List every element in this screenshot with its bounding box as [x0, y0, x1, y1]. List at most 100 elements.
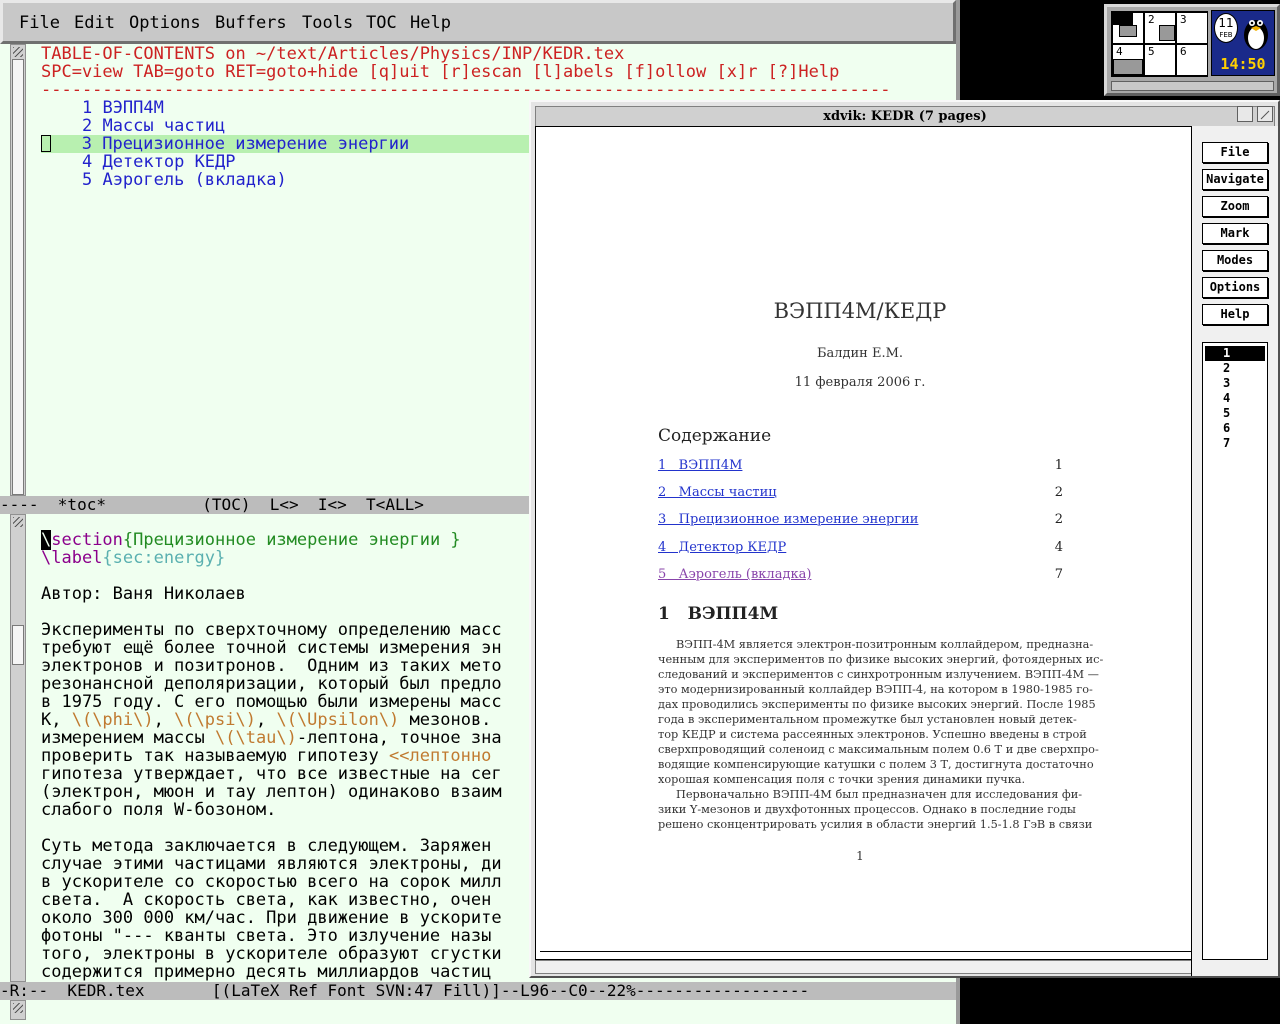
- source-modeline[interactable]: -R:-- KEDR.tex [(LaTeX Ref Font SVN:47 F…: [0, 982, 956, 1000]
- source-scrollbar[interactable]: [10, 514, 26, 982]
- source-line[interactable]: содержится примерно десять миллиардов ча…: [41, 963, 491, 981]
- page-list-item[interactable]: 1: [1205, 346, 1265, 361]
- source-line-author[interactable]: Автор: Ваня Николаев: [41, 585, 246, 603]
- page-list-item[interactable]: 4: [1205, 391, 1265, 406]
- file-button[interactable]: File: [1202, 142, 1268, 163]
- page-list-item[interactable]: 2: [1205, 361, 1265, 376]
- pager-status-bar: [1111, 81, 1274, 91]
- source-scroll-arrow-icon: [13, 517, 23, 527]
- doc-toc-row[interactable]: 1 ВЭПП4М 1: [658, 458, 1063, 473]
- desktop-6[interactable]: 6: [1176, 44, 1208, 76]
- desktop-3[interactable]: 3: [1176, 12, 1208, 44]
- source-line[interactable]: Суть метода заключается в следующем. Зар…: [41, 837, 491, 855]
- modes-button[interactable]: Modes: [1202, 250, 1268, 271]
- math-span: \(\phi\): [71, 710, 154, 730]
- clock-time: 14:50: [1220, 55, 1266, 73]
- source-line[interactable]: K, \(\phi\), \(\psi\), \(\Upsilon\) мезо…: [41, 711, 502, 729]
- toc-entry[interactable]: 1 ВЭПП4М: [41, 99, 164, 117]
- doc-toc-page: 4: [1054, 540, 1063, 555]
- toc-entry-title: Прецизионное измерение энергии: [102, 134, 410, 154]
- toc-entry-num: 1: [81, 98, 93, 118]
- maximize-button[interactable]: [1257, 106, 1273, 122]
- desktop-label: 4: [1116, 45, 1123, 58]
- doc-toc-row[interactable]: 4 Детектор КЕДР 4: [658, 540, 1063, 555]
- toc-entry[interactable]: 2 Массы частиц: [41, 117, 225, 135]
- mark-button[interactable]: Mark: [1202, 223, 1268, 244]
- minimize-button[interactable]: [1237, 106, 1253, 122]
- source-line-label[interactable]: \label{sec:energy}: [41, 549, 225, 567]
- minibuffer-scrollbar[interactable]: [10, 1000, 26, 1020]
- toc-entry[interactable]: 5 Аэрогель (вкладка): [41, 171, 287, 189]
- dvi-page: ВЭПП4М/КЕДР Балдин Е.М. 11 февраля 2006 …: [540, 127, 1196, 952]
- toc-entry[interactable]: 4 Детектор КЕДР: [41, 153, 236, 171]
- horizontal-scrollbar[interactable]: [535, 960, 1192, 974]
- desktop-4[interactable]: 4: [1112, 44, 1144, 76]
- window-thumb: [1113, 59, 1143, 75]
- source-line-section[interactable]: \section{Прецизионное измерение энергии …: [41, 530, 461, 550]
- source-line[interactable]: Эксперименты по сверхточному определению…: [41, 621, 502, 639]
- doc-line: сверхпроводящий соленоид с максимальным …: [658, 743, 1099, 756]
- source-line[interactable]: (электрон, мюон и тау лептон) одинаково …: [41, 783, 502, 801]
- doc-toc-link[interactable]: 5 Аэрогель (вкладка): [658, 567, 811, 582]
- toc-entry-current[interactable]: 3 Прецизионное измерение энергии: [41, 135, 409, 153]
- menu-bar: File Edit Options Buffers Tools TOC Help: [0, 0, 956, 44]
- minibuffer[interactable]: [0, 1000, 956, 1024]
- doc-toc-link[interactable]: 2 Массы частиц: [658, 485, 777, 500]
- doc-toc-link[interactable]: 1 ВЭПП4М: [658, 458, 742, 473]
- page-list-item[interactable]: 6: [1205, 421, 1265, 436]
- options-button[interactable]: Options: [1202, 277, 1268, 298]
- toc-scroll-thumb[interactable]: [12, 59, 24, 495]
- source-line[interactable]: в ускорителе со скоростью всего на сорок…: [41, 873, 502, 891]
- navigate-button[interactable]: Navigate: [1202, 169, 1268, 190]
- doc-toc-row[interactable]: 5 Аэрогель (вкладка) 7: [658, 567, 1063, 582]
- zoom-button[interactable]: Zoom: [1202, 196, 1268, 217]
- label-command: \label: [41, 548, 103, 568]
- page-list-item[interactable]: 3: [1205, 376, 1265, 391]
- source-line[interactable]: случае этими частицами являются электрон…: [41, 855, 502, 873]
- doc-toc-row[interactable]: 3 Прецизионное измерение энергии 2: [658, 512, 1063, 527]
- doc-line: ченным для экспериментов по физике высок…: [658, 653, 1104, 666]
- doc-toc-page: 7: [1054, 567, 1063, 582]
- source-line[interactable]: требуют ещё более точной системы измерен…: [41, 639, 502, 657]
- page-list-item[interactable]: 7: [1205, 436, 1265, 451]
- doc-toc-link[interactable]: 3 Прецизионное измерение энергии: [658, 512, 918, 527]
- menu-options[interactable]: Options: [129, 13, 201, 33]
- desktop-2[interactable]: 2: [1144, 12, 1176, 44]
- doc-line: года в экспериментальном промежутке был …: [658, 713, 1077, 726]
- menu-help[interactable]: Help: [410, 13, 451, 33]
- menu-toc[interactable]: TOC: [366, 13, 397, 33]
- source-scroll-thumb[interactable]: [12, 625, 24, 665]
- menu-edit[interactable]: Edit: [74, 13, 115, 33]
- text-span: измерением массы: [41, 728, 215, 748]
- toc-scrollbar[interactable]: [10, 44, 26, 496]
- source-line[interactable]: фотоны "--- кванты света. Это излучение …: [41, 927, 491, 945]
- math-span: \(\tau\): [215, 728, 297, 748]
- doc-toc-row[interactable]: 2 Массы частиц 2: [658, 485, 1063, 500]
- source-line[interactable]: света. А скорость света, как известно, о…: [41, 891, 491, 909]
- minibuffer-scroll-arrow-icon: [13, 1003, 23, 1013]
- doc-date: 11 февраля 2006 г.: [794, 375, 926, 390]
- menu-file[interactable]: File: [19, 13, 60, 33]
- active-marker: [1113, 13, 1133, 25]
- document-viewport[interactable]: ВЭПП4М/КЕДР Балдин Е.М. 11 февраля 2006 …: [535, 126, 1196, 960]
- source-line[interactable]: резонансной деполяризации, который был п…: [41, 675, 502, 693]
- desktop-5[interactable]: 5: [1144, 44, 1176, 76]
- doc-toc-page: 2: [1054, 485, 1063, 500]
- toc-entry-num: 2: [81, 116, 93, 136]
- source-line[interactable]: около 300 000 км/час. При движение в уск…: [41, 909, 502, 927]
- menu-tools[interactable]: Tools: [302, 13, 353, 33]
- source-line[interactable]: в 1975 году. С его помощью были измерены…: [41, 693, 502, 711]
- source-line[interactable]: гипотеза утверждает, что все известные н…: [41, 765, 502, 783]
- text-span: мезонов.: [399, 710, 502, 730]
- source-line[interactable]: того, электроны в ускорителе образуют сг…: [41, 945, 502, 963]
- source-line[interactable]: проверить так называемую гипотезу <<лепт…: [41, 747, 491, 765]
- help-button[interactable]: Help: [1202, 304, 1268, 325]
- window-title[interactable]: xdvik: KEDR (7 pages): [535, 106, 1275, 128]
- menu-buffers[interactable]: Buffers: [215, 13, 287, 33]
- source-line[interactable]: электронов и позитронов. Одним из таких …: [41, 657, 502, 675]
- desktop-1[interactable]: 1: [1112, 12, 1144, 44]
- source-line[interactable]: слабого поля W-бозоном.: [41, 801, 276, 819]
- source-line[interactable]: измерением массы \(\tau\)-лептона, точно…: [41, 729, 502, 747]
- page-list-item[interactable]: 5: [1205, 406, 1265, 421]
- doc-toc-link[interactable]: 4 Детектор КЕДР: [658, 540, 786, 555]
